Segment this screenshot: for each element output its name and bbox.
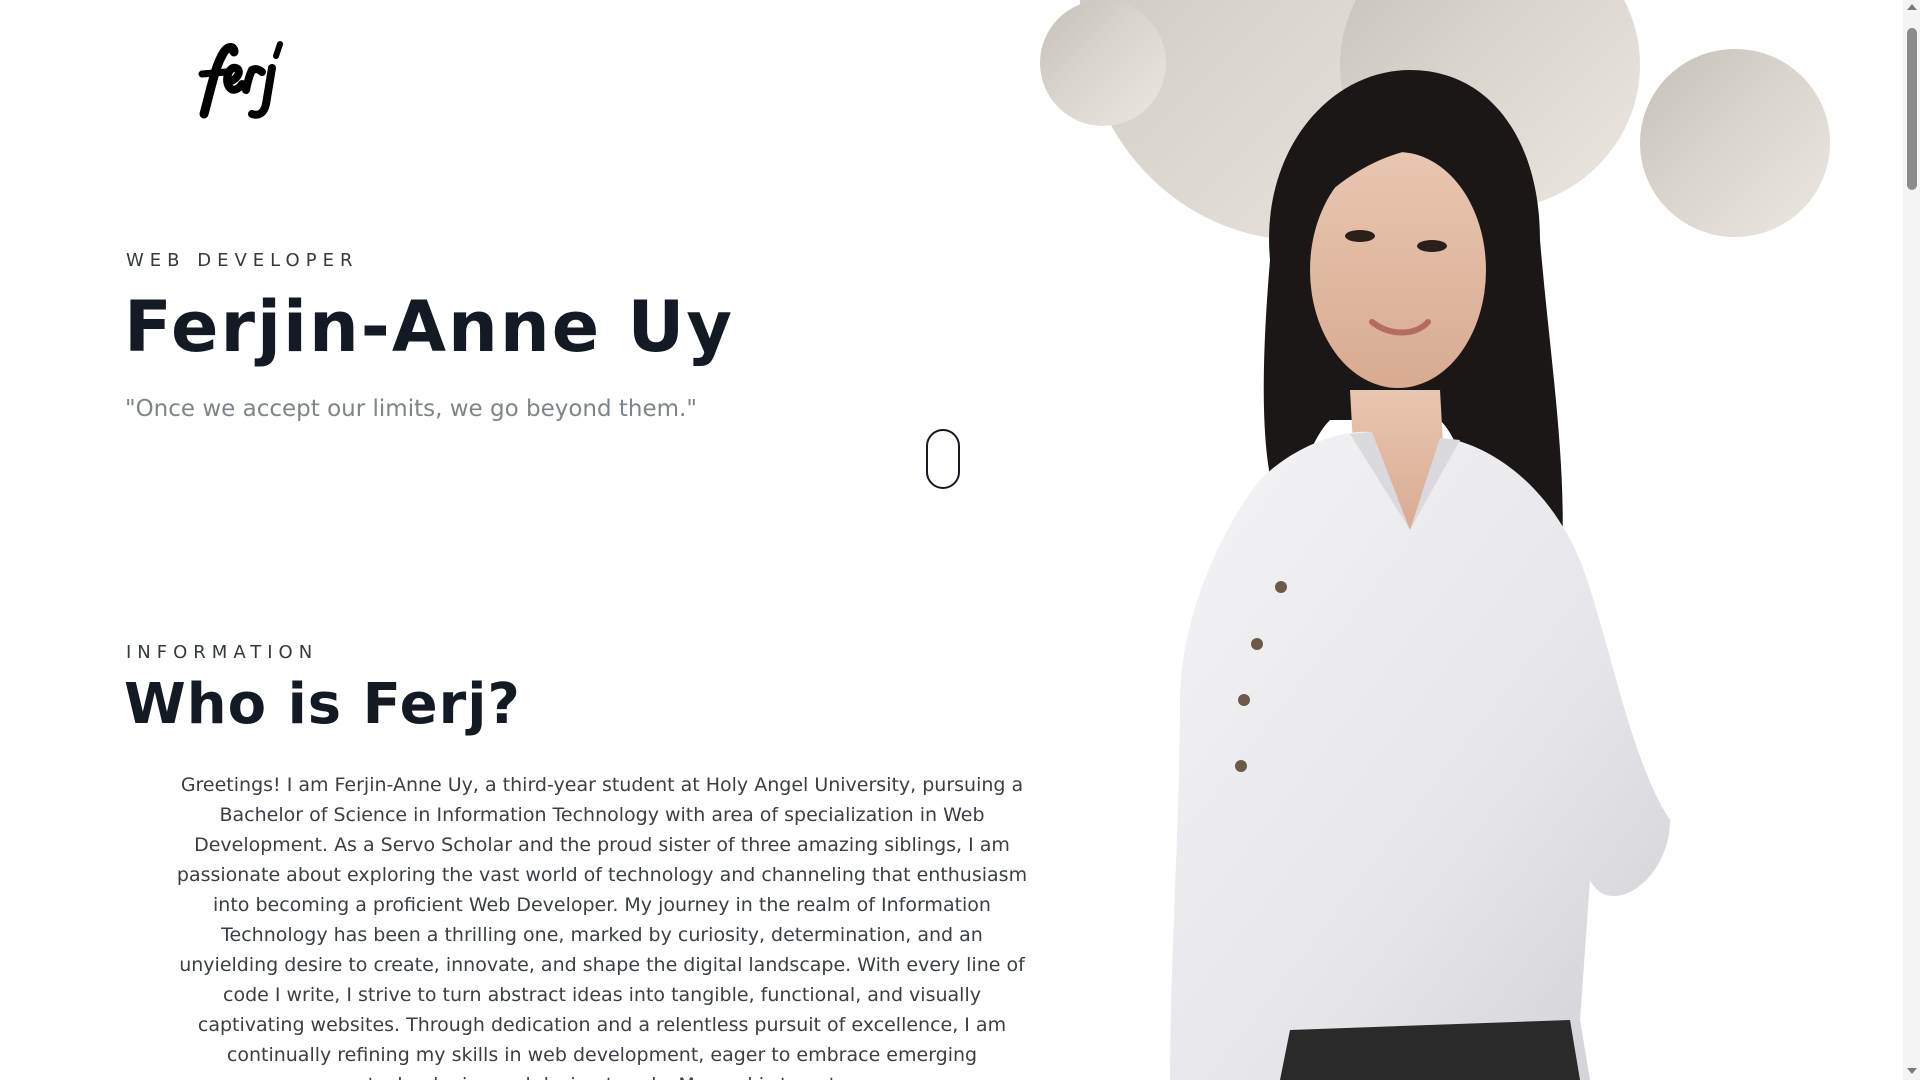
scroll-down-arrow-icon[interactable] [1907,1068,1917,1074]
logo[interactable] [194,34,294,124]
scrollbar-thumb[interactable] [1907,28,1917,190]
portrait-figure [1170,70,1670,1080]
hero-name: Ferjin-Anne Uy [124,286,735,368]
info-bio: Greetings! I am Ferjin-Anne Uy, a third-… [176,774,1028,1080]
logo-mark [198,41,283,119]
mouse-scroll-icon[interactable] [926,429,960,489]
scroll-up-arrow-icon[interactable] [1907,4,1917,10]
hero-quote: "Once we accept our limits, we go beyond… [125,396,697,422]
info-title: Who is Ferj? [124,672,521,737]
portrait-image [1110,60,1730,1080]
page: WEB DEVELOPER Ferjin-Anne Uy "Once we ac… [0,0,1920,1080]
info-label: INFORMATION [126,642,319,663]
vertical-scrollbar[interactable] [1903,0,1920,1080]
hero-role: WEB DEVELOPER [126,250,359,271]
